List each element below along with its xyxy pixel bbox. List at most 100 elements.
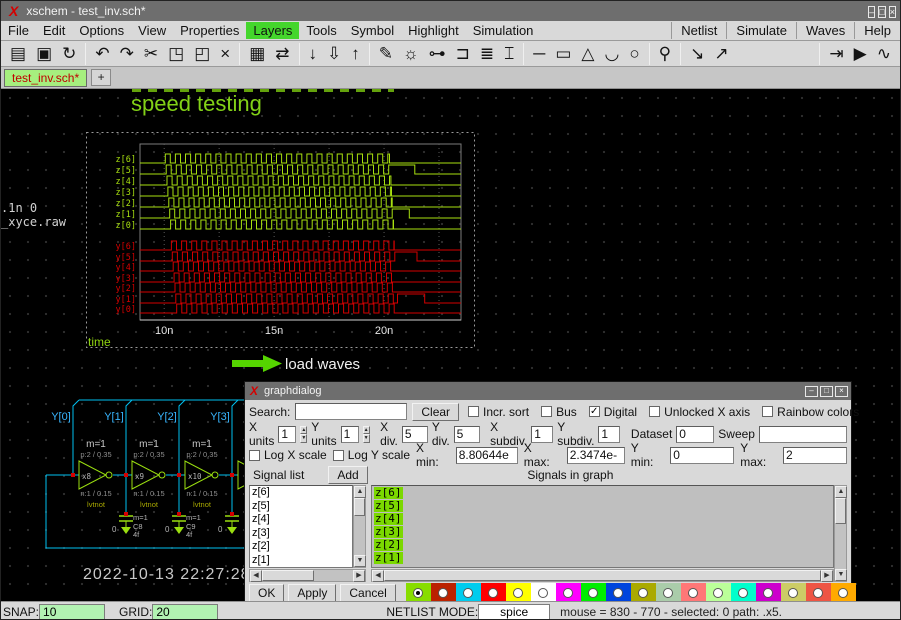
swap-icon[interactable]: ⇄ [270, 42, 294, 66]
signal-in-graph-item[interactable]: z[2] [374, 539, 403, 551]
netlist-mode-input[interactable] [478, 604, 550, 620]
color-swatch-1[interactable] [431, 583, 456, 601]
color-radio-7[interactable] [588, 588, 598, 598]
waveform-graph[interactable]: 10n15n20ntimez[6]z[5]z[4]z[3]z[2]z[1]z[0… [86, 131, 476, 353]
delete-icon[interactable]: × [215, 42, 235, 66]
menu-waves[interactable]: Waves [796, 22, 854, 39]
signal-in-graph-item[interactable]: z[3] [374, 526, 403, 538]
redo-icon[interactable]: ↷ [115, 42, 139, 66]
scroll-left-icon[interactable]: ◀ [250, 570, 262, 582]
checkbox-incr-sort[interactable]: Incr. sort [468, 405, 529, 419]
color-swatch-6[interactable] [556, 583, 581, 601]
wire-icon[interactable]: ⌶ [499, 42, 519, 66]
checkbox-log-x-scale[interactable]: Log X scale [249, 448, 327, 462]
waves-icon[interactable]: ∿ [872, 42, 896, 66]
color-swatch-8[interactable] [606, 583, 631, 601]
push-down-icon[interactable]: ↓ [304, 42, 323, 66]
color-radio-0[interactable] [413, 588, 423, 598]
color-swatch-5[interactable] [531, 583, 556, 601]
menu-tools[interactable]: Tools [299, 22, 343, 39]
menu-simulate[interactable]: Simulate [726, 22, 796, 39]
line-icon[interactable]: ─ [528, 42, 550, 66]
menu-netlist[interactable]: Netlist [671, 22, 726, 39]
minimize-icon[interactable]: – [805, 386, 818, 397]
rect-icon[interactable]: ▭ [550, 42, 576, 66]
snap-input[interactable] [39, 604, 105, 620]
color-radio-2[interactable] [463, 588, 473, 598]
color-radio-17[interactable] [838, 588, 848, 598]
textarea-hscrollbar[interactable]: ◀ ▶ [371, 569, 834, 582]
spinner-x-units[interactable]: ▲▼ [300, 426, 307, 443]
signal-list-item[interactable]: z[4] [250, 513, 352, 527]
undo-icon[interactable]: ↶ [90, 42, 114, 66]
field-y-div-[interactable] [454, 426, 480, 443]
signal-listbox-hscrollbar[interactable]: ◀ ▶ [249, 569, 366, 582]
field-dataset[interactable] [676, 426, 714, 443]
color-radio-5[interactable] [538, 588, 548, 598]
zoom-out-icon[interactable]: ↗ [709, 42, 733, 66]
color-radio-4[interactable] [513, 588, 523, 598]
tab-test-inv[interactable]: test_inv.sch* [4, 69, 87, 87]
menu-layers[interactable]: Layers [246, 22, 299, 39]
signal-list-item[interactable]: z[1] [250, 554, 352, 568]
color-swatch-3[interactable] [481, 583, 506, 601]
field-y-max-[interactable] [783, 447, 847, 464]
menu-symbol[interactable]: Symbol [344, 22, 401, 39]
color-swatch-11[interactable] [681, 583, 706, 601]
netlist-icon[interactable]: ⇥ [824, 42, 848, 66]
field-x-subdiv-[interactable] [531, 426, 553, 443]
checkbox-rainbow-colors-box[interactable] [762, 406, 773, 417]
color-swatch-14[interactable] [756, 583, 781, 601]
toggle-light-icon[interactable]: ☼ [398, 42, 424, 66]
color-radio-1[interactable] [438, 588, 448, 598]
color-radio-6[interactable] [563, 588, 573, 598]
color-radio-12[interactable] [713, 588, 723, 598]
save-icon[interactable]: ▣ [31, 42, 57, 66]
signal-in-graph-item[interactable]: z[6] [374, 487, 403, 499]
menu-view[interactable]: View [131, 22, 173, 39]
inverter-chain-schematic[interactable]: x8x9x10m=1p:2 / 0.35n:1 / 0.15lvtnotm=1p… [1, 389, 245, 589]
ok-button[interactable]: OK [249, 584, 284, 601]
draw-icon[interactable]: ✎ [374, 42, 398, 66]
color-swatch-15[interactable] [781, 583, 806, 601]
paste-icon[interactable]: ◰ [189, 42, 215, 66]
menu-properties[interactable]: Properties [173, 22, 246, 39]
color-swatch-17[interactable] [831, 583, 856, 601]
field-y-subdiv-[interactable] [598, 426, 620, 443]
zoom-icon[interactable]: ⚲ [654, 42, 676, 66]
pop-up-icon[interactable]: ↑ [346, 42, 365, 66]
textarea-vscrollbar[interactable]: ▲ ▼ [834, 485, 847, 582]
color-swatch-0[interactable] [406, 583, 431, 601]
signal-in-graph-item[interactable]: z[1] [374, 552, 403, 564]
field-x-div-[interactable] [402, 426, 428, 443]
reload-icon[interactable]: ↻ [57, 42, 81, 66]
scroll-right-icon[interactable]: ▶ [821, 570, 833, 582]
copy-icon[interactable]: ◳ [163, 42, 189, 66]
grid-input[interactable] [152, 604, 218, 620]
color-radio-16[interactable] [813, 588, 823, 598]
zoom-in-icon[interactable]: ↘ [685, 42, 709, 66]
pin-icon[interactable]: ⊶ [424, 42, 451, 66]
insert-image-icon[interactable]: ▦ [244, 42, 270, 66]
maximize-icon[interactable]: □ [878, 6, 885, 18]
checkbox-log-y-scale-box[interactable] [333, 450, 344, 461]
menu-file[interactable]: File [1, 22, 36, 39]
checkbox-unlocked-x-axis[interactable]: Unlocked X axis [649, 405, 750, 419]
checkbox-log-x-scale-box[interactable] [249, 450, 260, 461]
signals-in-graph-textarea[interactable]: z[6]z[5]z[4]z[3]z[2]z[1] [371, 485, 834, 568]
color-swatch-4[interactable] [506, 583, 531, 601]
cancel-button[interactable]: Cancel [340, 584, 395, 601]
signal-in-graph-item[interactable]: z[5] [374, 500, 403, 512]
scroll-right-icon[interactable]: ▶ [353, 570, 365, 582]
polygon-icon[interactable]: △ [576, 42, 599, 66]
checkbox-incr-sort-box[interactable] [468, 406, 479, 417]
menu-simulation[interactable]: Simulation [466, 22, 541, 39]
signal-list-item[interactable]: z[2] [250, 540, 352, 554]
add-button[interactable]: Add [328, 466, 367, 484]
color-radio-13[interactable] [738, 588, 748, 598]
checkbox-digital-box[interactable]: ✓ [589, 406, 600, 417]
color-swatch-10[interactable] [656, 583, 681, 601]
checkbox-digital[interactable]: ✓Digital [589, 405, 637, 419]
apply-button[interactable]: Apply [288, 584, 336, 601]
new-tab-button[interactable]: + [91, 69, 111, 86]
